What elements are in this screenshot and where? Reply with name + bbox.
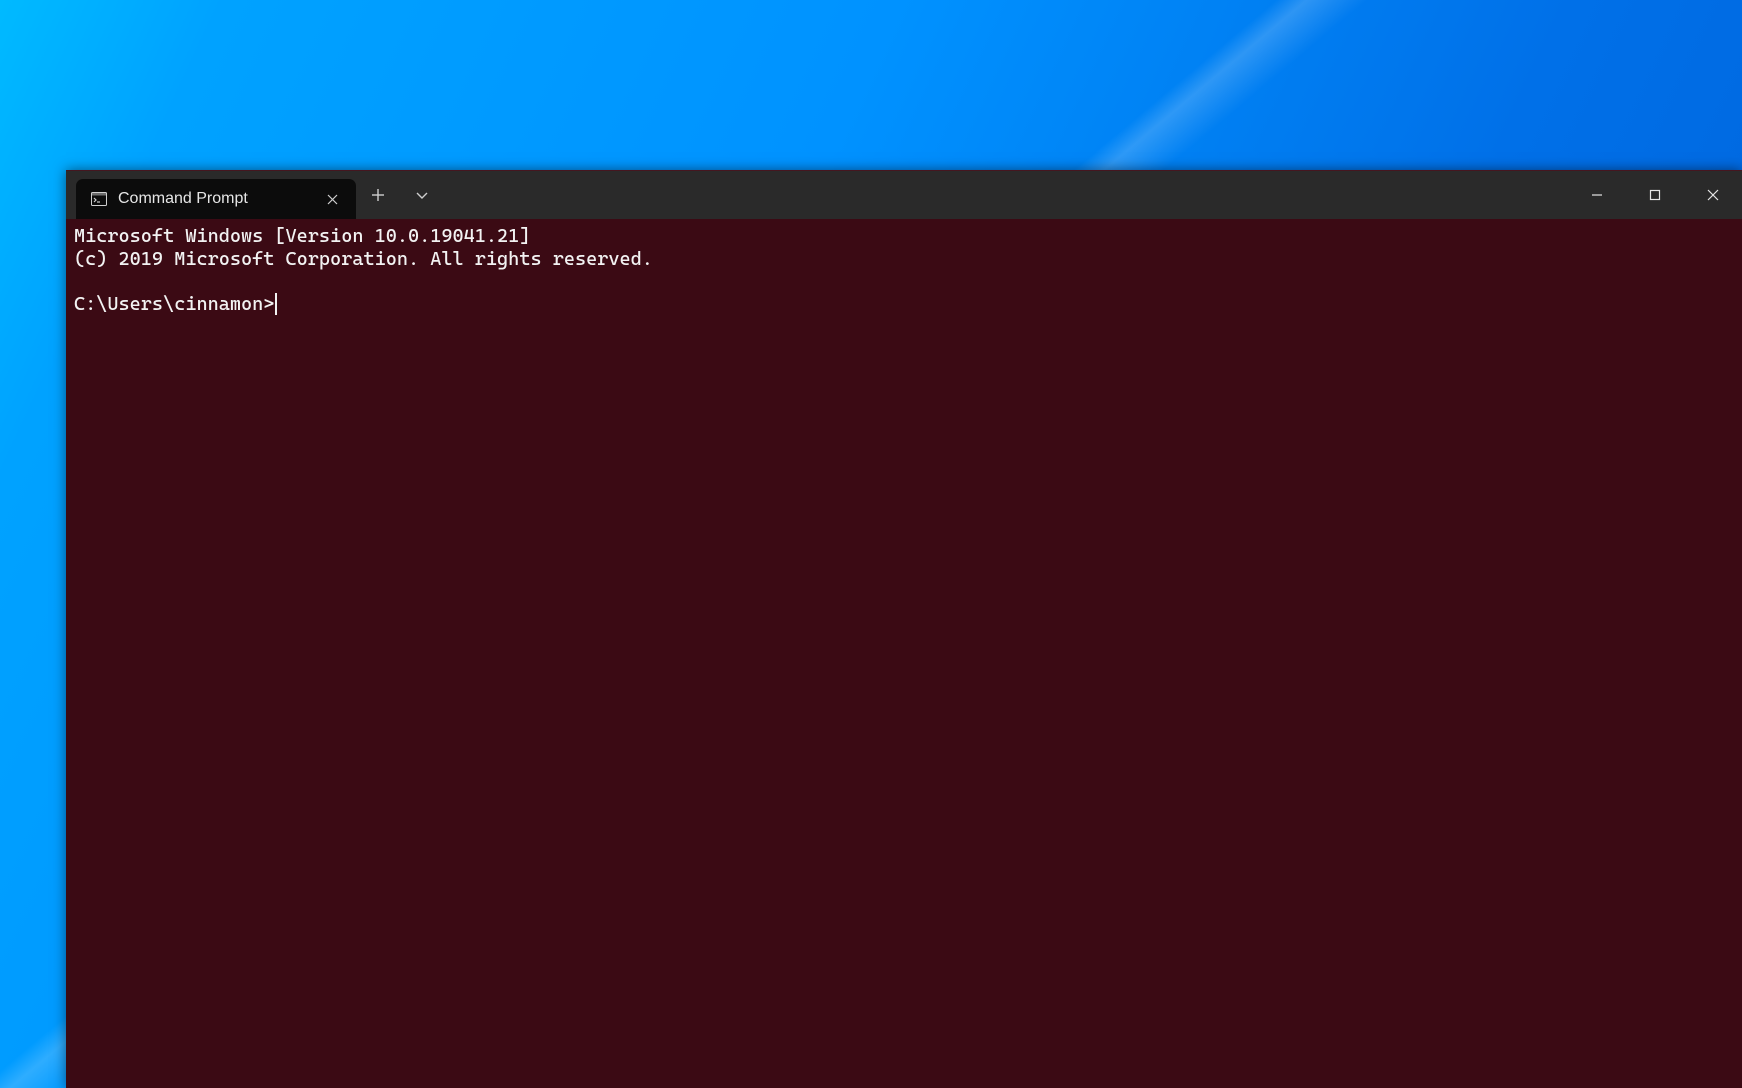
tab-strip: Command Prompt <box>66 171 356 219</box>
new-tab-button[interactable] <box>356 171 400 219</box>
maximize-icon <box>1649 189 1661 201</box>
command-prompt-icon <box>90 190 108 208</box>
cursor <box>275 293 277 315</box>
minimize-button[interactable] <box>1568 171 1626 219</box>
terminal-prompt: C:\Users\cinnamon> <box>74 293 274 315</box>
titlebar-drag-area[interactable] <box>444 171 1568 219</box>
plus-icon <box>371 188 385 202</box>
close-icon <box>1707 189 1719 201</box>
tab-label: Command Prompt <box>118 190 308 208</box>
terminal-line: Microsoft Windows [Version 10.0.19041.21… <box>74 225 530 247</box>
minimize-icon <box>1591 189 1603 201</box>
terminal-window: Command Prompt <box>66 170 1742 1088</box>
tab-command-prompt[interactable]: Command Prompt <box>76 179 356 219</box>
titlebar[interactable]: Command Prompt <box>66 171 1742 219</box>
tab-dropdown-button[interactable] <box>400 171 444 219</box>
chevron-down-icon <box>415 188 429 202</box>
terminal-line: (c) 2019 Microsoft Corporation. All righ… <box>74 248 653 270</box>
window-controls <box>1568 171 1742 219</box>
window-close-button[interactable] <box>1684 171 1742 219</box>
close-icon <box>327 194 338 205</box>
terminal-output[interactable]: Microsoft Windows [Version 10.0.19041.21… <box>66 219 1742 1088</box>
maximize-button[interactable] <box>1626 171 1684 219</box>
tab-close-button[interactable] <box>318 185 346 213</box>
